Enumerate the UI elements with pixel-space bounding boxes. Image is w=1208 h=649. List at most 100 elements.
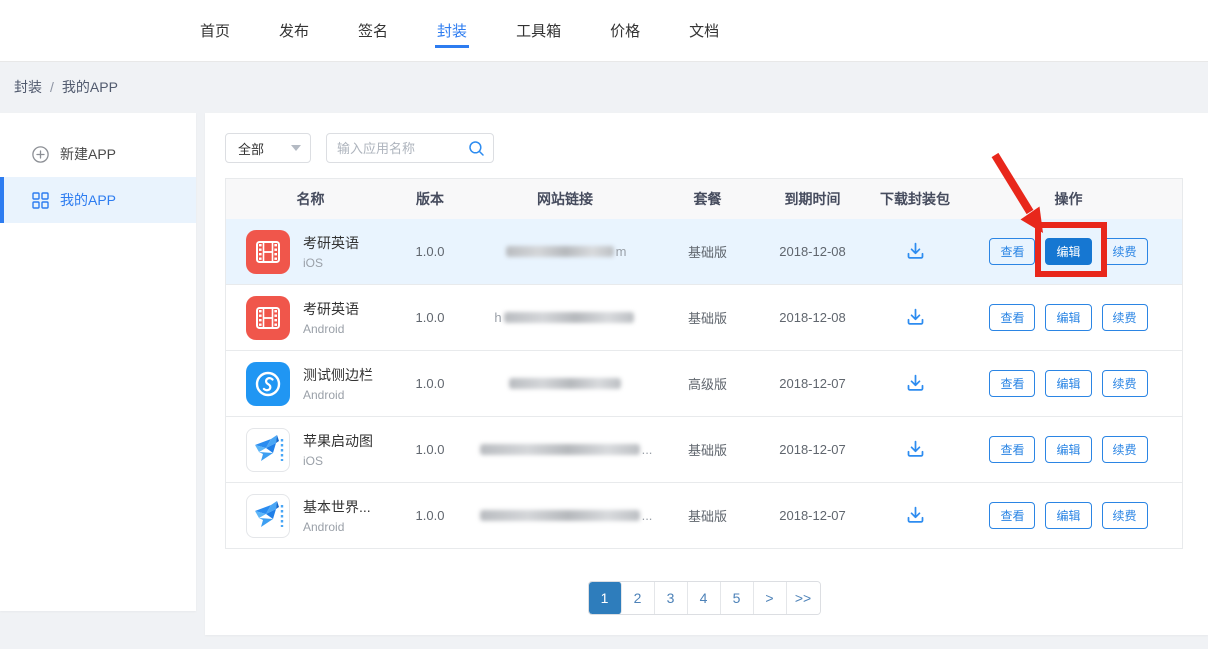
page-5[interactable]: 5: [721, 582, 754, 614]
app-icon: [246, 362, 290, 406]
view-button[interactable]: 查看: [989, 370, 1035, 397]
app-name-cell: 苹果启动图 iOS: [226, 428, 395, 472]
row-actions: 查看 编辑 续费: [955, 238, 1182, 265]
search-input[interactable]: [337, 141, 468, 156]
download-cell: [875, 505, 955, 526]
blurred-url: [506, 246, 614, 257]
app-platform: iOS: [303, 454, 373, 468]
nav-item-6[interactable]: 价格: [610, 0, 640, 61]
nav-item-2[interactable]: 发布: [279, 0, 309, 61]
app-expiry: 2018-12-08: [750, 310, 875, 325]
column-header: 网站链接: [465, 189, 665, 209]
view-button[interactable]: 查看: [989, 304, 1035, 331]
blurred-url: [480, 444, 640, 455]
app-url: ...: [465, 508, 665, 523]
main-panel: 全部 名称 版本 网站链接 套餐 到期时间 下载封装包: [205, 113, 1208, 635]
page-2[interactable]: 2: [622, 582, 655, 614]
edit-button[interactable]: 编辑: [1045, 502, 1091, 529]
download-button[interactable]: [905, 373, 926, 394]
nav-items: 首页发布签名封装 工具箱 价格文档: [200, 0, 768, 61]
table-header: 名称 版本 网站链接 套餐 到期时间 下载封装包 操作: [226, 179, 1182, 219]
app-version: 1.0.0: [395, 442, 465, 457]
app-name-cell: 测试侧边栏 Android: [226, 362, 395, 406]
app-icon: [246, 494, 290, 538]
renew-button[interactable]: 续费: [1102, 304, 1148, 331]
page-next[interactable]: >: [754, 582, 787, 614]
app-name: 考研英语: [303, 233, 359, 253]
download-button[interactable]: [905, 307, 926, 328]
sidebar-item-label: 新建APP: [60, 144, 116, 164]
row-actions: 查看 编辑 续费: [955, 502, 1182, 529]
sidebar-item-new-app[interactable]: 新建APP: [0, 131, 196, 177]
app-name-cell: 考研英语 Android: [226, 296, 395, 340]
app-plan: 基础版: [665, 506, 750, 525]
column-header: 操作: [955, 189, 1182, 209]
download-cell: [875, 439, 955, 460]
origami-bird-icon: [249, 431, 287, 469]
view-button[interactable]: 查看: [989, 238, 1035, 265]
category-select[interactable]: 全部: [225, 133, 311, 163]
app-expiry: 2018-12-08: [750, 244, 875, 259]
app-version: 1.0.0: [395, 244, 465, 259]
nav-item-1[interactable]: 首页: [200, 0, 230, 61]
app-name: 测试侧边栏: [303, 365, 373, 385]
app-expiry: 2018-12-07: [750, 508, 875, 523]
view-button[interactable]: 查看: [989, 436, 1035, 463]
renew-button[interactable]: 续费: [1102, 436, 1148, 463]
app-plan: 基础版: [665, 308, 750, 327]
nav-item-3[interactable]: 签名: [358, 0, 388, 61]
app-platform: Android: [303, 388, 373, 402]
download-cell: [875, 307, 955, 328]
download-icon: [905, 241, 926, 262]
edit-button[interactable]: 编辑: [1045, 238, 1091, 265]
nav-item-7[interactable]: 文档: [689, 0, 719, 61]
app-version: 1.0.0: [395, 376, 465, 391]
app-plan: 基础版: [665, 440, 750, 459]
page-3[interactable]: 3: [655, 582, 688, 614]
page-4[interactable]: 4: [688, 582, 721, 614]
app-icon: [246, 428, 290, 472]
renew-button[interactable]: 续费: [1102, 238, 1148, 265]
breadcrumb: 封装 / 我的APP: [0, 62, 1208, 112]
app-url: ...: [465, 442, 665, 457]
app-table: 名称 版本 网站链接 套餐 到期时间 下载封装包 操作 考研英语 iO: [225, 178, 1183, 549]
sidebar-item-my-app[interactable]: 我的APP: [0, 177, 196, 223]
sidebar-item-label: 我的APP: [60, 190, 116, 210]
pagination: 12345>>>: [225, 581, 1183, 615]
origami-bird-icon: [249, 497, 287, 535]
app-expiry: 2018-12-07: [750, 442, 875, 457]
download-button[interactable]: [905, 439, 926, 460]
breadcrumb-separator: /: [50, 79, 54, 95]
edit-button[interactable]: 编辑: [1045, 304, 1091, 331]
url-visible-suffix: ...: [642, 508, 653, 523]
app-name-cell: 基本世界... Android: [226, 494, 395, 538]
search-icon[interactable]: [468, 140, 485, 157]
film-icon: [255, 306, 281, 330]
nav-item-5[interactable]: 工具箱: [516, 0, 561, 61]
view-button[interactable]: 查看: [989, 502, 1035, 529]
download-icon: [905, 307, 926, 328]
app-url: [465, 378, 665, 389]
nav-item-4[interactable]: 封装: [437, 0, 467, 61]
top-nav: 首页发布签名封装 工具箱 价格文档: [0, 0, 1208, 62]
s-swirl-icon: [253, 369, 283, 399]
renew-button[interactable]: 续费: [1102, 370, 1148, 397]
edit-button[interactable]: 编辑: [1045, 370, 1091, 397]
app-name: 基本世界...: [303, 497, 371, 517]
edit-button[interactable]: 编辑: [1045, 436, 1091, 463]
renew-button[interactable]: 续费: [1102, 502, 1148, 529]
grid-icon: [32, 192, 49, 209]
app-url: h: [465, 310, 665, 325]
table-row: 考研英语 iOS 1.0.0 m 基础版 2018-12-08 查看 编辑 续费: [226, 219, 1182, 285]
blurred-url: [480, 510, 640, 521]
download-button[interactable]: [905, 505, 926, 526]
breadcrumb-root[interactable]: 封装: [14, 77, 42, 97]
url-visible-prefix: h: [494, 310, 501, 325]
page-last[interactable]: >>: [787, 582, 820, 614]
table-body: 考研英语 iOS 1.0.0 m 基础版 2018-12-08 查看 编辑 续费: [226, 219, 1182, 549]
download-button[interactable]: [905, 241, 926, 262]
download-icon: [905, 373, 926, 394]
blurred-url: [504, 312, 634, 323]
table-row: 测试侧边栏 Android 1.0.0 高级版 2018-12-07 查看 编辑…: [226, 351, 1182, 417]
page-1[interactable]: 1: [589, 582, 622, 614]
